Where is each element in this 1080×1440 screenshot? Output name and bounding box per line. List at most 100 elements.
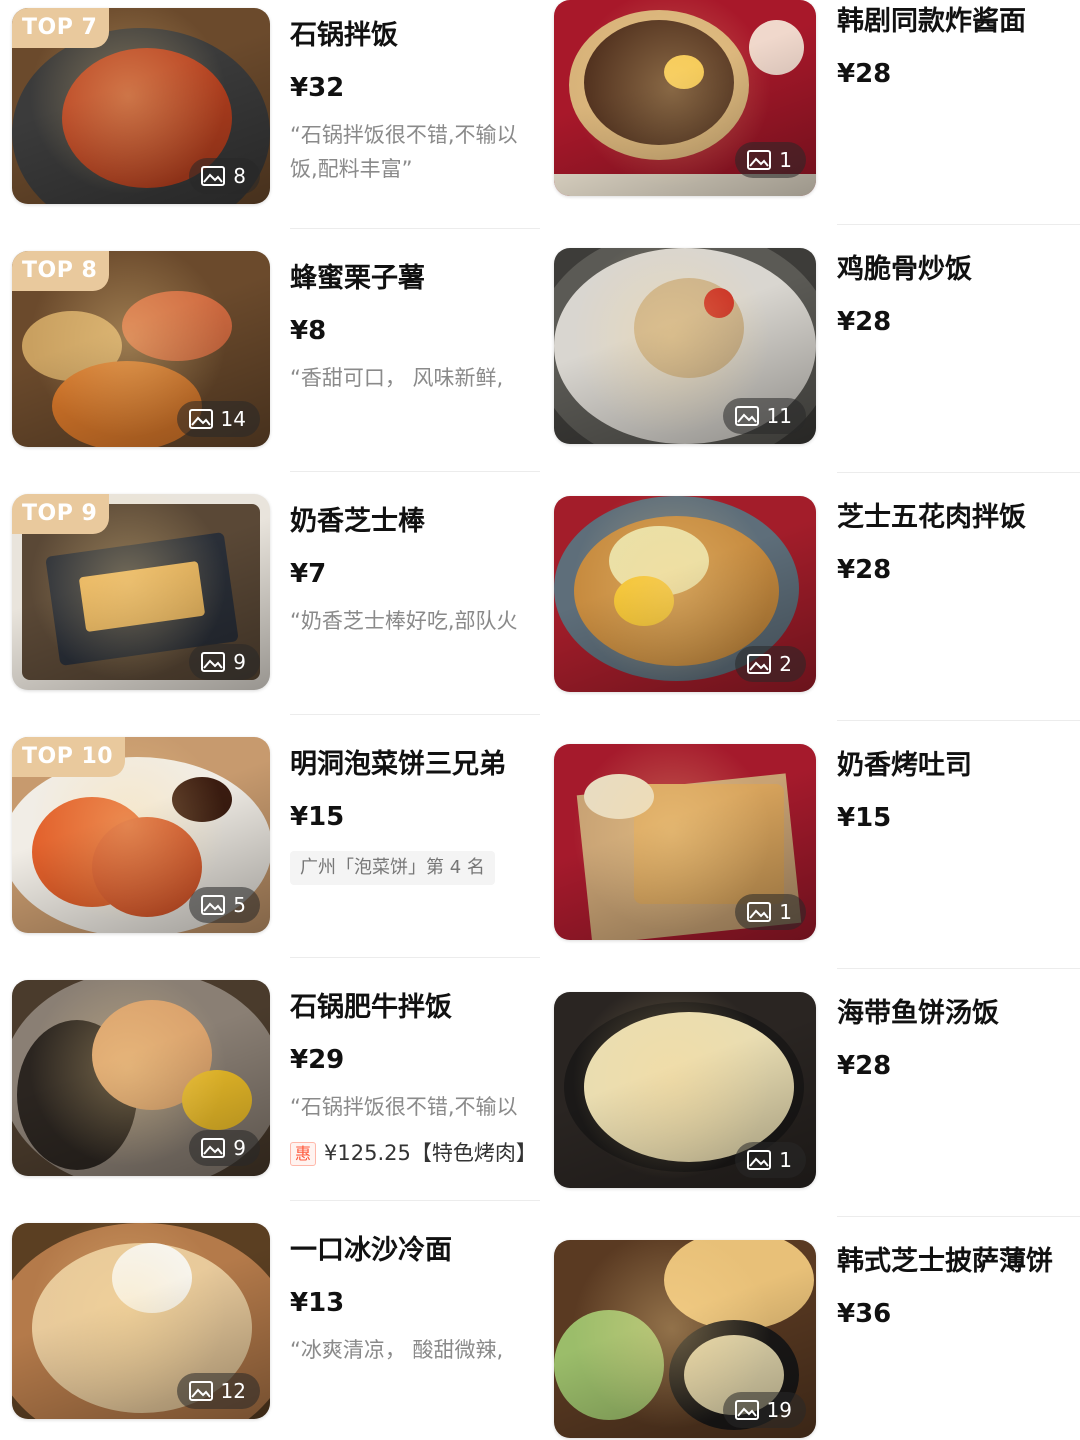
photo-count[interactable]: 1: [735, 142, 806, 178]
dish-info: 韩剧同款炸酱面 ¥28: [837, 2, 1077, 92]
divider: [290, 1200, 540, 1201]
dish-card[interactable]: 1 奶香烤吐司 ¥15: [540, 744, 1080, 987]
image-icon: [747, 1150, 772, 1170]
dish-card[interactable]: TOP 9 9 奶香芝士棒 ¥7 “奶香芝士棒好吃,部队火: [0, 494, 540, 737]
dish-price: ¥15: [837, 803, 892, 833]
photo-count-number: 1: [779, 148, 792, 172]
photo-count[interactable]: 1: [735, 894, 806, 930]
dish-name: 韩式芝士披萨薄饼: [837, 1246, 1053, 1277]
dish-card[interactable]: 2 芝士五花肉拌饭 ¥28: [540, 496, 1080, 739]
promo-text: ¥125.25【特色烤肉】: [324, 1141, 537, 1165]
photo-count[interactable]: 5: [189, 887, 260, 923]
dish-photo[interactable]: 19: [554, 1240, 816, 1438]
dish-price: ¥28: [837, 555, 892, 585]
dish-price: ¥32: [290, 73, 345, 103]
dish-photo[interactable]: 12: [12, 1223, 270, 1419]
rank-badge: TOP 10: [12, 737, 126, 777]
dish-name: 韩剧同款炸酱面: [837, 6, 1026, 37]
image-icon: [747, 654, 772, 674]
photo-count-number: 1: [779, 1148, 792, 1172]
divider: [290, 228, 540, 229]
discount-badge: 惠: [290, 1142, 317, 1166]
dish-info: 鸡脆骨炒饭 ¥28: [837, 250, 1077, 340]
dish-name: 奶香烤吐司: [837, 750, 972, 781]
divider: [837, 720, 1080, 721]
dish-name: 鸡脆骨炒饭: [837, 254, 972, 285]
dish-review: “奶香芝士棒好吃,部队火: [290, 609, 518, 633]
dish-card[interactable]: 9 石锅肥牛拌饭 ¥29 “石锅拌饭很不错,不输以 惠 ¥125.25【特色烤肉】: [0, 980, 540, 1223]
dish-info: 芝士五花肉拌饭 ¥28: [837, 498, 1077, 588]
photo-count-number: 9: [233, 1136, 246, 1160]
dish-card[interactable]: TOP 7 8 石锅拌饭 ¥32 “石锅拌饭很不错,不输以饭,配料丰富”: [0, 8, 540, 251]
dish-name: 海带鱼饼汤饭: [837, 998, 999, 1029]
divider: [290, 957, 540, 958]
dish-card[interactable]: TOP 10 5 明洞泡菜饼三兄弟 ¥15 广州「泡菜饼」第 4 名: [0, 737, 540, 980]
photo-count[interactable]: 9: [189, 1130, 260, 1166]
photo-count[interactable]: 1: [735, 1142, 806, 1178]
photo-count[interactable]: 19: [722, 1392, 806, 1428]
dish-review: “石锅拌饭很不错,不输以: [290, 1095, 518, 1119]
image-icon: [734, 1400, 759, 1420]
dish-list-page: TOP 7 8 石锅拌饭 ¥32 “石锅拌饭很不错,不输以饭,配料丰富” TOP…: [0, 0, 1080, 1440]
dish-info: 石锅肥牛拌饭 ¥29 “石锅拌饭很不错,不输以 惠 ¥125.25【特色烤肉】: [290, 988, 540, 1170]
image-icon: [201, 166, 226, 186]
dish-card[interactable]: 19 韩式芝士披萨薄饼 ¥36: [540, 1240, 1080, 1440]
photo-count[interactable]: 12: [176, 1373, 260, 1409]
photo-count[interactable]: 9: [189, 644, 260, 680]
photo-count[interactable]: 14: [176, 401, 260, 437]
photo-count-number: 1: [779, 900, 792, 924]
dish-card[interactable]: TOP 8 14 蜂蜜栗子薯 ¥8 “香甜可口， 风味新鲜,: [0, 251, 540, 494]
dish-photo[interactable]: TOP 9 9: [12, 494, 270, 690]
photo-count[interactable]: 11: [722, 398, 806, 434]
dish-name: 石锅拌饭: [290, 20, 398, 51]
dish-photo[interactable]: 1: [554, 992, 816, 1188]
dish-price: ¥28: [837, 59, 892, 89]
dish-info: 海带鱼饼汤饭 ¥28: [837, 994, 1077, 1084]
dish-photo[interactable]: 1: [554, 744, 816, 940]
rank-badge: TOP 7: [12, 8, 110, 48]
dish-photo[interactable]: 11: [554, 248, 816, 444]
dish-name: 一口冰沙冷面: [290, 1235, 452, 1266]
dish-info: 明洞泡菜饼三兄弟 ¥15 广州「泡菜饼」第 4 名: [290, 745, 540, 885]
dish-price: ¥36: [837, 1299, 892, 1329]
photo-count[interactable]: 2: [735, 646, 806, 682]
dish-photo[interactable]: TOP 8 14: [12, 251, 270, 447]
dish-card[interactable]: 1 海带鱼饼汤饭 ¥28: [540, 992, 1080, 1235]
dish-photo[interactable]: 9: [12, 980, 270, 1176]
dish-name: 芝士五花肉拌饭: [837, 502, 1026, 533]
image-icon: [188, 1381, 213, 1401]
dish-name: 奶香芝士棒: [290, 506, 425, 537]
dish-info: 石锅拌饭 ¥32 “石锅拌饭很不错,不输以饭,配料丰富”: [290, 16, 540, 186]
image-icon: [747, 150, 772, 170]
divider: [837, 472, 1080, 473]
dish-card[interactable]: 12 一口冰沙冷面 ¥13 “冰爽清凉， 酸甜微辣,: [0, 1223, 540, 1440]
image-icon: [201, 895, 226, 915]
dish-price: ¥15: [290, 802, 345, 832]
photo-count-number: 5: [233, 893, 246, 917]
dish-photo[interactable]: TOP 10 5: [12, 737, 270, 933]
divider: [290, 471, 540, 472]
city-rank-tag[interactable]: 广州「泡菜饼」第 4 名: [290, 851, 495, 885]
image-icon: [201, 652, 226, 672]
dish-card[interactable]: 11 鸡脆骨炒饭 ¥28: [540, 248, 1080, 491]
image-icon: [201, 1138, 226, 1158]
photo-count[interactable]: 8: [189, 158, 260, 194]
photo-count-number: 12: [220, 1379, 246, 1403]
dish-info: 蜂蜜栗子薯 ¥8 “香甜可口， 风味新鲜,: [290, 259, 540, 395]
divider: [290, 714, 540, 715]
dish-photo[interactable]: TOP 7 8: [12, 8, 270, 204]
dish-review: “冰爽清凉， 酸甜微辣,: [290, 1338, 504, 1362]
dish-card[interactable]: 1 韩剧同款炸酱面 ¥28: [540, 0, 1080, 243]
promo-deal[interactable]: 惠 ¥125.25【特色烤肉】: [290, 1136, 540, 1170]
dish-name: 石锅肥牛拌饭: [290, 992, 452, 1023]
dish-column-left: TOP 7 8 石锅拌饭 ¥32 “石锅拌饭很不错,不输以饭,配料丰富” TOP…: [0, 0, 540, 1440]
dish-info: 一口冰沙冷面 ¥13 “冰爽清凉， 酸甜微辣,: [290, 1231, 540, 1367]
dish-price: ¥7: [290, 559, 327, 589]
divider: [837, 1216, 1080, 1217]
divider: [837, 968, 1080, 969]
divider: [837, 224, 1080, 225]
image-icon: [188, 409, 213, 429]
dish-photo[interactable]: 1: [554, 0, 816, 196]
rank-badge: TOP 9: [12, 494, 110, 534]
dish-photo[interactable]: 2: [554, 496, 816, 692]
